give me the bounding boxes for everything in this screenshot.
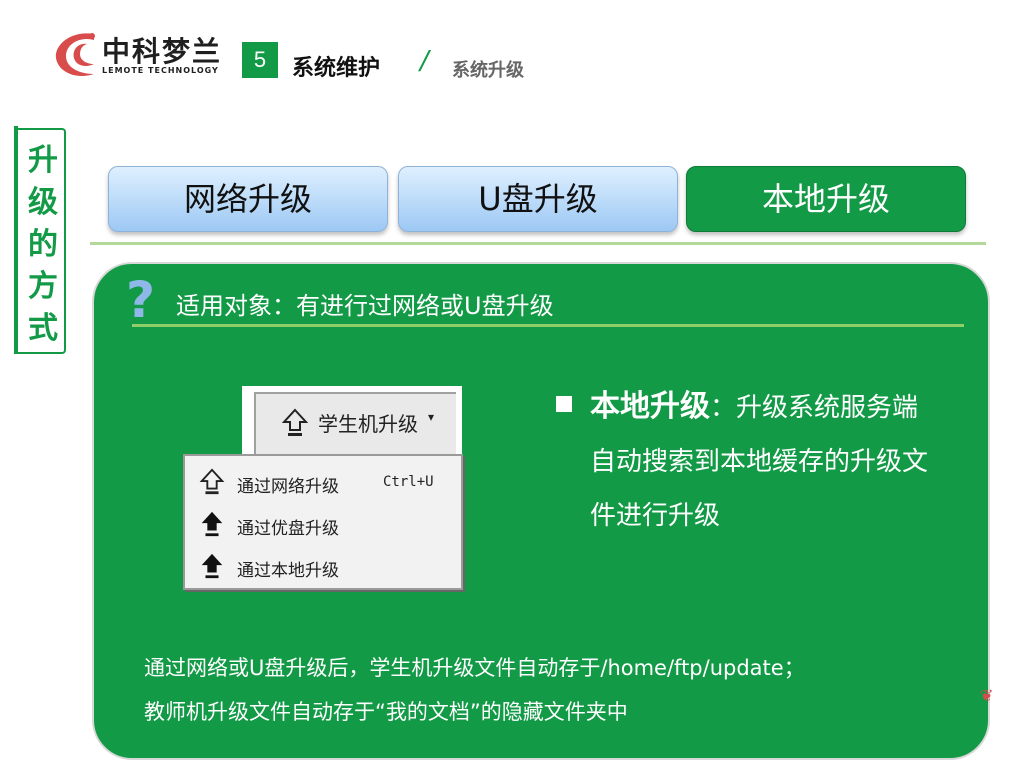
decorative-mark-icon: ❦ [980, 686, 994, 705]
question-icon: ? [126, 271, 156, 329]
logo-subtitle: LEMOTE TECHNOLOGY [102, 66, 219, 75]
section-title: 系统维护 [292, 56, 381, 81]
menu-item-local[interactable]: 通过本地升级 [185, 546, 461, 586]
bullet-paragraph: 本地升级：升级系统服务端自动搜索到本地缓存的升级文件进行升级 [590, 380, 930, 543]
menu-item-label: 通过本地升级 [237, 561, 339, 581]
menu-item-label: 通过优盘升级 [237, 519, 339, 539]
upload-outline-icon [282, 408, 308, 436]
menu-item-label: 通过网络升级 [237, 477, 339, 497]
student-upgrade-label: 学生机升级 [318, 412, 418, 436]
note-line-1: 通过网络或U盘升级后，学生机升级文件自动存于/home/ftp/update； [144, 656, 805, 680]
note-line-2: 教师机升级文件自动存于“我的文档”的隐藏文件夹中 [144, 700, 628, 724]
panel-title-underline [132, 324, 964, 327]
menu-item-shortcut: Ctrl+U [383, 474, 434, 490]
side-tag-text: 升级的方式 [28, 143, 58, 346]
tab-network-upgrade[interactable]: 网络升级 [108, 166, 388, 232]
section-number-badge: 5 [242, 42, 278, 78]
menu-item-usb[interactable]: 通过优盘升级 [185, 504, 461, 544]
tab-usb-upgrade[interactable]: U盘升级 [398, 166, 678, 232]
tab-local-upgrade[interactable]: 本地升级 [686, 166, 966, 232]
upload-filled-icon [201, 511, 223, 537]
chevron-down-icon: ▾ [428, 410, 435, 424]
bullet-square [556, 396, 572, 412]
upload-outline-icon [199, 468, 225, 495]
breadcrumb-separator: / [420, 46, 429, 76]
section-subtitle: 系统升级 [452, 60, 524, 81]
upload-filled-icon [201, 553, 223, 579]
tab-underline [90, 242, 986, 245]
panel-title: 适用对象：有进行过网络或U盘升级 [176, 292, 554, 320]
bullet-heading: 本地升级 [590, 389, 710, 424]
menu-item-network[interactable]: 通过网络升级 Ctrl+U [185, 462, 461, 502]
logo-name: 中科梦兰 [102, 35, 223, 68]
storage-note: 通过网络或U盘升级后，学生机升级文件自动存于/home/ftp/update； … [144, 646, 964, 734]
upgrade-dropdown-menu: 通过网络升级 Ctrl+U 通过优盘升级 通过本地升级 [183, 454, 463, 590]
